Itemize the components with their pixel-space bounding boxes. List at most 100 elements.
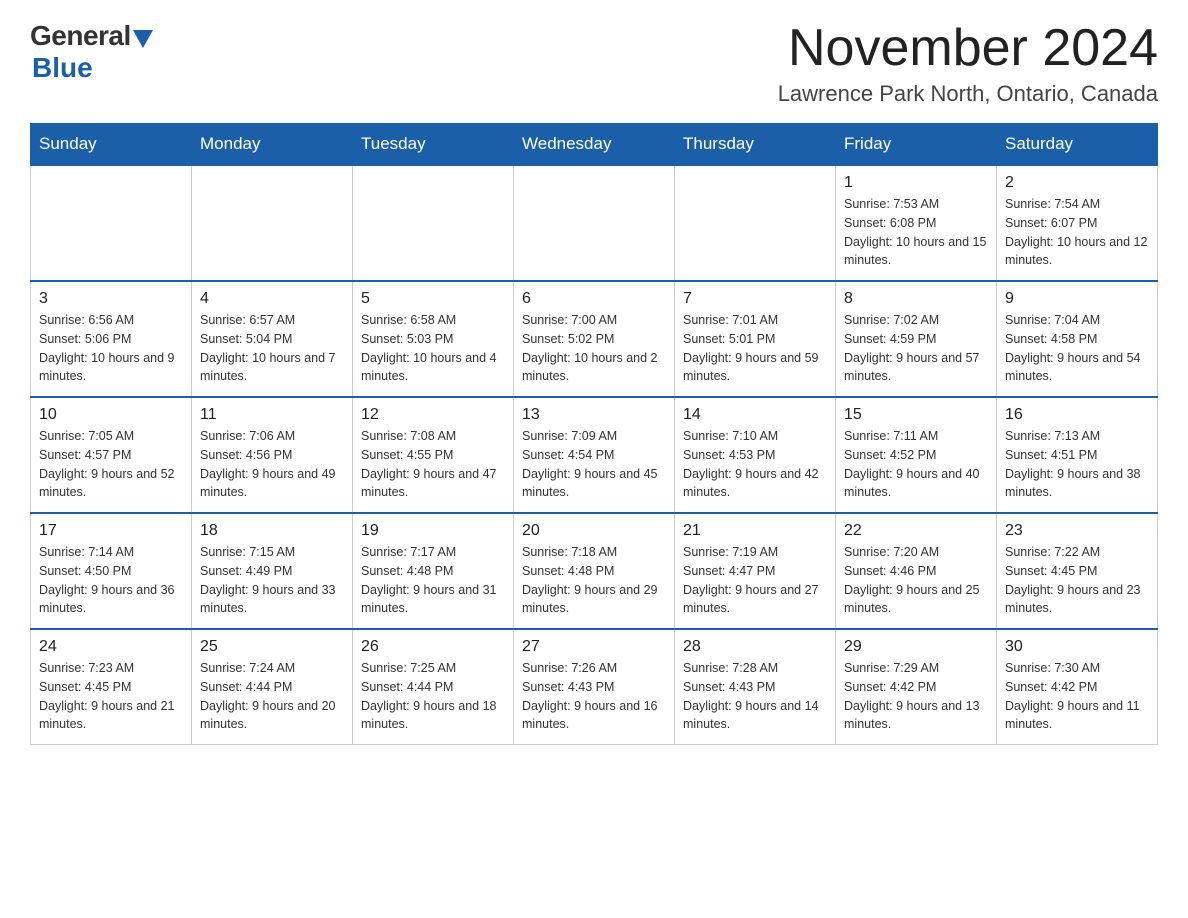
- calendar-cell: 20 Sunrise: 7:18 AMSunset: 4:48 PMDayligh…: [514, 513, 675, 629]
- day-info: Sunrise: 6:56 AMSunset: 5:06 PMDaylight:…: [39, 311, 183, 386]
- calendar-cell: 12Sunrise: 7:08 AMSunset: 4:55 PMDayligh…: [353, 397, 514, 513]
- day-number: 25: [200, 638, 344, 656]
- calendar-cell: 19Sunrise: 7:17 AMSunset: 4:48 PMDayligh…: [353, 513, 514, 629]
- calendar-cell: 2 Sunrise: 7:54 AMSunset: 6:07 PMDaylight…: [997, 165, 1158, 281]
- day-number: 18: [200, 522, 344, 540]
- day-number: 26: [361, 638, 505, 656]
- calendar-cell: 15 Sunrise: 7:11 AMSunset: 4:52 PMDayligh…: [836, 397, 997, 513]
- calendar-cell: [192, 165, 353, 281]
- day-number: 20: [522, 522, 666, 540]
- day-number: 17: [39, 522, 183, 540]
- day-info: Sunrise: 7:30 AMSunset: 4:42 PMDaylight:…: [1005, 659, 1149, 734]
- calendar-cell: 13 Sunrise: 7:09 AMSunset: 4:54 PMDayligh…: [514, 397, 675, 513]
- calendar-cell: 11Sunrise: 7:06 AMSunset: 4:56 PMDayligh…: [192, 397, 353, 513]
- day-number: 4: [200, 290, 344, 308]
- weekday-row: SundayMondayTuesdayWednesdayThursdayFrid…: [31, 124, 1158, 166]
- month-title: November 2024: [778, 20, 1158, 77]
- day-info: Sunrise: 7:20 AMSunset: 4:46 PMDaylight:…: [844, 543, 988, 618]
- week-row-2: 3 Sunrise: 6:56 AMSunset: 5:06 PMDaylight…: [31, 281, 1158, 397]
- calendar-cell: 24 Sunrise: 7:23 AMSunset: 4:45 PMDayligh…: [31, 629, 192, 745]
- calendar-cell: [353, 165, 514, 281]
- day-number: 28: [683, 638, 827, 656]
- day-number: 30: [1005, 638, 1149, 656]
- day-number: 23: [1005, 522, 1149, 540]
- day-number: 22: [844, 522, 988, 540]
- day-info: Sunrise: 7:19 AMSunset: 4:47 PMDaylight:…: [683, 543, 827, 618]
- week-row-4: 17 Sunrise: 7:14 AMSunset: 4:50 PMDayligh…: [31, 513, 1158, 629]
- week-row-5: 24 Sunrise: 7:23 AMSunset: 4:45 PMDayligh…: [31, 629, 1158, 745]
- calendar-cell: 21 Sunrise: 7:19 AMSunset: 4:47 PMDayligh…: [675, 513, 836, 629]
- day-info: Sunrise: 7:54 AMSunset: 6:07 PMDaylight:…: [1005, 195, 1149, 270]
- calendar-cell: [514, 165, 675, 281]
- day-number: 21: [683, 522, 827, 540]
- calendar-cell: 25 Sunrise: 7:24 AMSunset: 4:44 PMDayligh…: [192, 629, 353, 745]
- calendar-cell: 9 Sunrise: 7:04 AMSunset: 4:58 PMDaylight…: [997, 281, 1158, 397]
- day-info: Sunrise: 7:11 AMSunset: 4:52 PMDaylight:…: [844, 427, 988, 502]
- calendar-cell: 17 Sunrise: 7:14 AMSunset: 4:50 PMDayligh…: [31, 513, 192, 629]
- calendar-cell: 14Sunrise: 7:10 AMSunset: 4:53 PMDayligh…: [675, 397, 836, 513]
- day-info: Sunrise: 7:28 AMSunset: 4:43 PMDaylight:…: [683, 659, 827, 734]
- day-info: Sunrise: 7:05 AMSunset: 4:57 PMDaylight:…: [39, 427, 183, 502]
- title-area: November 2024 Lawrence Park North, Ontar…: [778, 20, 1158, 107]
- calendar-cell: 5 Sunrise: 6:58 AMSunset: 5:03 PMDaylight…: [353, 281, 514, 397]
- location-title: Lawrence Park North, Ontario, Canada: [778, 81, 1158, 107]
- day-info: Sunrise: 7:00 AMSunset: 5:02 PMDaylight:…: [522, 311, 666, 386]
- day-info: Sunrise: 7:53 AMSunset: 6:08 PMDaylight:…: [844, 195, 988, 270]
- calendar-cell: 1Sunrise: 7:53 AMSunset: 6:08 PMDaylight…: [836, 165, 997, 281]
- calendar-cell: 8Sunrise: 7:02 AMSunset: 4:59 PMDaylight…: [836, 281, 997, 397]
- weekday-header-monday: Monday: [192, 124, 353, 166]
- day-number: 3: [39, 290, 183, 308]
- calendar-cell: 10 Sunrise: 7:05 AMSunset: 4:57 PMDayligh…: [31, 397, 192, 513]
- day-info: Sunrise: 7:17 AMSunset: 4:48 PMDaylight:…: [361, 543, 505, 618]
- day-info: Sunrise: 7:06 AMSunset: 4:56 PMDaylight:…: [200, 427, 344, 502]
- day-info: Sunrise: 7:18 AMSunset: 4:48 PMDaylight:…: [522, 543, 666, 618]
- day-number: 29: [844, 638, 988, 656]
- day-info: Sunrise: 7:24 AMSunset: 4:44 PMDaylight:…: [200, 659, 344, 734]
- day-number: 13: [522, 406, 666, 424]
- logo-triangle-icon: [133, 30, 153, 48]
- weekday-header-sunday: Sunday: [31, 124, 192, 166]
- calendar-cell: [675, 165, 836, 281]
- day-info: Sunrise: 7:10 AMSunset: 4:53 PMDaylight:…: [683, 427, 827, 502]
- calendar-cell: 4 Sunrise: 6:57 AMSunset: 5:04 PMDaylight…: [192, 281, 353, 397]
- day-info: Sunrise: 7:26 AMSunset: 4:43 PMDaylight:…: [522, 659, 666, 734]
- day-number: 2: [1005, 174, 1149, 192]
- day-info: Sunrise: 7:08 AMSunset: 4:55 PMDaylight:…: [361, 427, 505, 502]
- page-header: General Blue November 2024 Lawrence Park…: [30, 20, 1158, 107]
- day-number: 10: [39, 406, 183, 424]
- day-info: Sunrise: 6:58 AMSunset: 5:03 PMDaylight:…: [361, 311, 505, 386]
- day-number: 6: [522, 290, 666, 308]
- calendar-cell: 27Sunrise: 7:26 AMSunset: 4:43 PMDayligh…: [514, 629, 675, 745]
- weekday-header-saturday: Saturday: [997, 124, 1158, 166]
- calendar-cell: 28 Sunrise: 7:28 AMSunset: 4:43 PMDayligh…: [675, 629, 836, 745]
- calendar-cell: 7Sunrise: 7:01 AMSunset: 5:01 PMDaylight…: [675, 281, 836, 397]
- day-number: 5: [361, 290, 505, 308]
- calendar-table: SundayMondayTuesdayWednesdayThursdayFrid…: [30, 123, 1158, 745]
- logo-blue-text: Blue: [32, 52, 93, 84]
- day-number: 24: [39, 638, 183, 656]
- day-info: Sunrise: 7:04 AMSunset: 4:58 PMDaylight:…: [1005, 311, 1149, 386]
- week-row-3: 10 Sunrise: 7:05 AMSunset: 4:57 PMDayligh…: [31, 397, 1158, 513]
- day-number: 7: [683, 290, 827, 308]
- day-info: Sunrise: 7:14 AMSunset: 4:50 PMDaylight:…: [39, 543, 183, 618]
- calendar-header: SundayMondayTuesdayWednesdayThursdayFrid…: [31, 124, 1158, 166]
- weekday-header-wednesday: Wednesday: [514, 124, 675, 166]
- calendar-cell: 16 Sunrise: 7:13 AMSunset: 4:51 PMDayligh…: [997, 397, 1158, 513]
- calendar-body: 1Sunrise: 7:53 AMSunset: 6:08 PMDaylight…: [31, 165, 1158, 745]
- weekday-header-tuesday: Tuesday: [353, 124, 514, 166]
- logo-general-text: General: [30, 20, 131, 52]
- day-info: Sunrise: 7:09 AMSunset: 4:54 PMDaylight:…: [522, 427, 666, 502]
- calendar-cell: 6 Sunrise: 7:00 AMSunset: 5:02 PMDaylight…: [514, 281, 675, 397]
- day-info: Sunrise: 7:23 AMSunset: 4:45 PMDaylight:…: [39, 659, 183, 734]
- day-number: 15: [844, 406, 988, 424]
- day-number: 9: [1005, 290, 1149, 308]
- calendar-cell: 18 Sunrise: 7:15 AMSunset: 4:49 PMDayligh…: [192, 513, 353, 629]
- day-info: Sunrise: 7:25 AMSunset: 4:44 PMDaylight:…: [361, 659, 505, 734]
- calendar-cell: 30 Sunrise: 7:30 AMSunset: 4:42 PMDayligh…: [997, 629, 1158, 745]
- day-info: Sunrise: 7:13 AMSunset: 4:51 PMDaylight:…: [1005, 427, 1149, 502]
- calendar-cell: 3 Sunrise: 6:56 AMSunset: 5:06 PMDaylight…: [31, 281, 192, 397]
- day-info: Sunrise: 7:15 AMSunset: 4:49 PMDaylight:…: [200, 543, 344, 618]
- day-number: 16: [1005, 406, 1149, 424]
- day-info: Sunrise: 6:57 AMSunset: 5:04 PMDaylight:…: [200, 311, 344, 386]
- day-number: 8: [844, 290, 988, 308]
